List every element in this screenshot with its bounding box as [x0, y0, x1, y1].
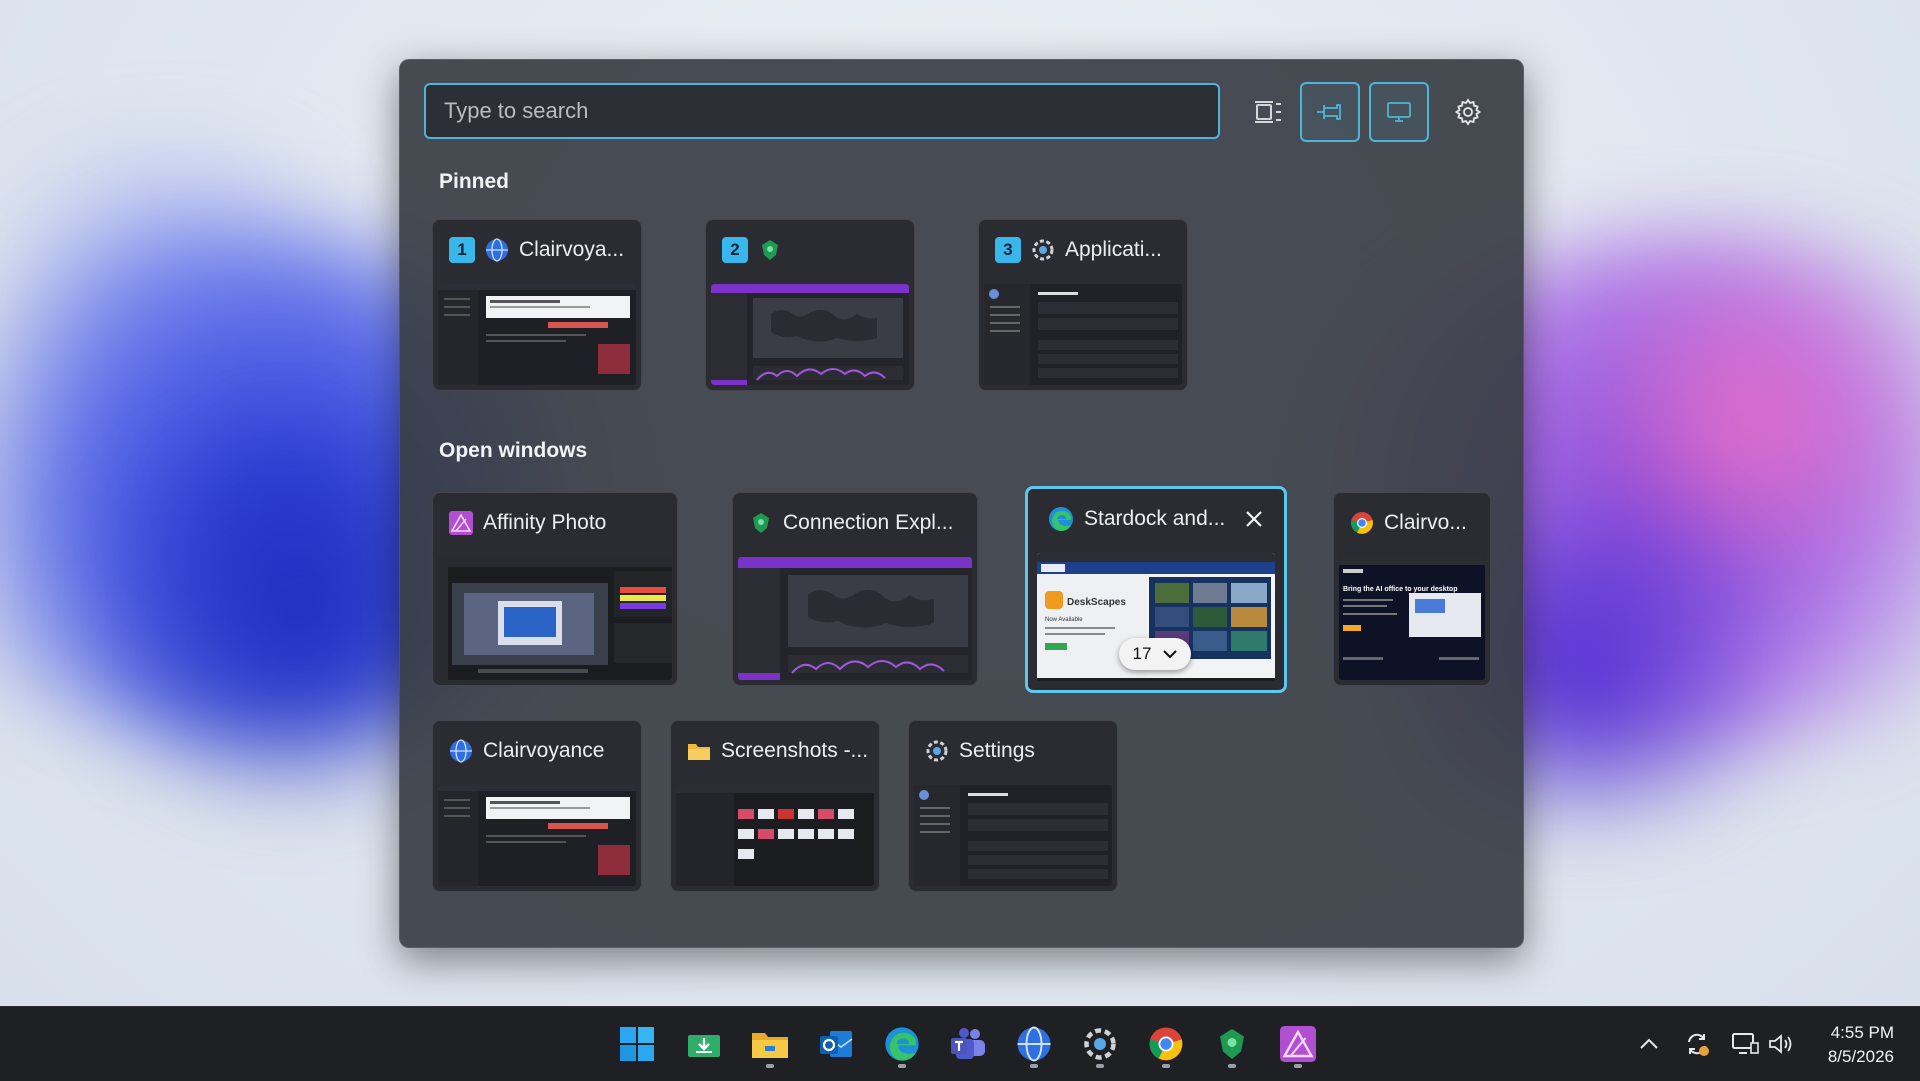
outlook-icon [820, 1031, 853, 1057]
pinned-card-1[interactable]: 1 Clairvoya... [432, 219, 642, 391]
window-title: Clairvo... [1384, 511, 1467, 534]
layout-icon [1255, 101, 1281, 123]
tray-sync[interactable] [1680, 1027, 1714, 1061]
svg-text:DeskScapes: DeskScapes [1067, 597, 1126, 608]
chevron-down-icon [1163, 650, 1178, 659]
globe-icon [1017, 1026, 1051, 1062]
window-title: Stardock and... [1084, 507, 1226, 530]
taskbar-teams[interactable] [942, 1018, 994, 1070]
window-thumbnail [676, 785, 874, 886]
globe-icon [450, 739, 472, 763]
tray-network[interactable] [1728, 1027, 1762, 1061]
windows-logo-icon [620, 1027, 654, 1061]
affinity-photo-icon [1280, 1026, 1316, 1062]
connection-explorer-icon [753, 513, 769, 533]
sync-icon [1688, 1033, 1709, 1056]
affinity-photo-icon [449, 511, 473, 535]
clock-time: 4:55 PM [1830, 1023, 1894, 1042]
search-box[interactable] [424, 83, 1220, 139]
window-thumbnail [438, 557, 672, 680]
taskbar-file-explorer[interactable] [744, 1018, 796, 1070]
tab-count-dropdown[interactable]: 17 [1119, 638, 1191, 670]
svg-text:Now Available: Now Available [1045, 617, 1083, 623]
window-title: Clairvoyance [483, 739, 605, 762]
window-thumbnail [711, 284, 909, 385]
pinned-heading: Pinned [439, 170, 510, 193]
layout-toggle-button[interactable] [1238, 82, 1298, 142]
network-icon [1732, 1033, 1759, 1054]
window-title: Affinity Photo [483, 511, 607, 534]
gear-icon [926, 740, 948, 762]
connection-explorer-icon [762, 240, 778, 260]
gear-icon [1084, 1028, 1116, 1060]
window-title: Settings [959, 739, 1035, 762]
taskbar-outlook[interactable] [810, 1018, 862, 1070]
folder-icon [688, 744, 710, 760]
folder-icon [752, 1033, 788, 1058]
pin-number-badge: 2 [722, 237, 748, 263]
pinned-card-2[interactable]: 2 [705, 219, 915, 391]
edge-icon [885, 1027, 919, 1061]
connection-explorer-icon [1220, 1029, 1244, 1059]
taskbar-affinity-photo[interactable] [1272, 1018, 1324, 1070]
taskbar-clairvoyance[interactable] [1008, 1018, 1060, 1070]
window-thumbnail [984, 284, 1182, 385]
svg-text:Bring the AI office to your de: Bring the AI office to your desktop [1343, 586, 1457, 593]
pin-number-badge: 3 [995, 237, 1021, 263]
pin-number-badge: 1 [449, 237, 475, 263]
window-title: Applicati... [1065, 238, 1162, 261]
chevron-up-icon [1640, 1038, 1658, 1049]
window-title: Connection Expl... [783, 511, 954, 534]
pin-button[interactable] [1300, 82, 1360, 142]
tray-overflow-button[interactable] [1632, 1027, 1666, 1061]
open-windows-heading: Open windows [439, 439, 588, 462]
download-folder-icon [688, 1035, 720, 1057]
chrome-icon [1149, 1027, 1183, 1061]
monitor-button[interactable] [1369, 82, 1429, 142]
pin-icon [1317, 104, 1341, 120]
window-card-chrome[interactable]: Clairvo... Bring the AI office to your d… [1333, 492, 1491, 686]
chrome-icon [1351, 512, 1373, 534]
monitor-icon [1387, 102, 1411, 122]
window-switcher-panel: Pinned 1 Clairvoya... 2 3 Applicati... [399, 59, 1524, 948]
window-card-clairvoyance[interactable]: Clairvoyance [432, 720, 642, 892]
teams-icon [951, 1028, 985, 1059]
gear-icon [1454, 98, 1482, 126]
taskbar-settings[interactable] [1074, 1018, 1126, 1070]
taskbar-connection-explorer[interactable] [1206, 1018, 1258, 1070]
close-window-button[interactable] [1238, 503, 1270, 535]
taskbar: 4:55 PM 8/5/2026 [0, 1006, 1920, 1081]
tray-volume[interactable] [1764, 1027, 1798, 1061]
window-title: Screenshots -... [721, 739, 869, 762]
gear-icon [1032, 239, 1054, 261]
window-card-affinity-photo[interactable]: Affinity Photo [432, 492, 678, 686]
tab-count: 17 [1132, 644, 1152, 663]
close-icon [1246, 511, 1262, 527]
taskbar-edge[interactable] [876, 1018, 928, 1070]
taskbar-downloads[interactable] [678, 1018, 730, 1070]
search-input[interactable] [442, 97, 1202, 125]
window-card-connection-explorer[interactable]: Connection Expl... [732, 492, 978, 686]
window-thumbnail [438, 284, 636, 385]
edge-icon [1049, 507, 1073, 531]
window-card-settings[interactable]: Settings [908, 720, 1118, 892]
volume-icon [1769, 1034, 1792, 1054]
window-thumbnail [738, 557, 972, 680]
window-thumbnail [914, 785, 1112, 886]
taskbar-clock[interactable]: 4:55 PM 8/5/2026 [1828, 1021, 1894, 1069]
window-thumbnail: Bring the AI office to your desktop [1339, 557, 1485, 680]
settings-button[interactable] [1438, 82, 1498, 142]
window-thumbnail [438, 785, 636, 886]
clock-date: 8/5/2026 [1827, 1047, 1894, 1066]
globe-icon [486, 238, 508, 262]
window-title: Clairvoya... [519, 238, 625, 261]
pinned-card-3[interactable]: 3 Applicati... [978, 219, 1188, 391]
window-card-screenshots[interactable]: Screenshots -... [670, 720, 880, 892]
taskbar-start-button[interactable] [611, 1018, 663, 1070]
taskbar-chrome[interactable] [1140, 1018, 1192, 1070]
window-card-stardock[interactable]: Stardock and... DeskScapes Now Available … [1025, 486, 1287, 693]
